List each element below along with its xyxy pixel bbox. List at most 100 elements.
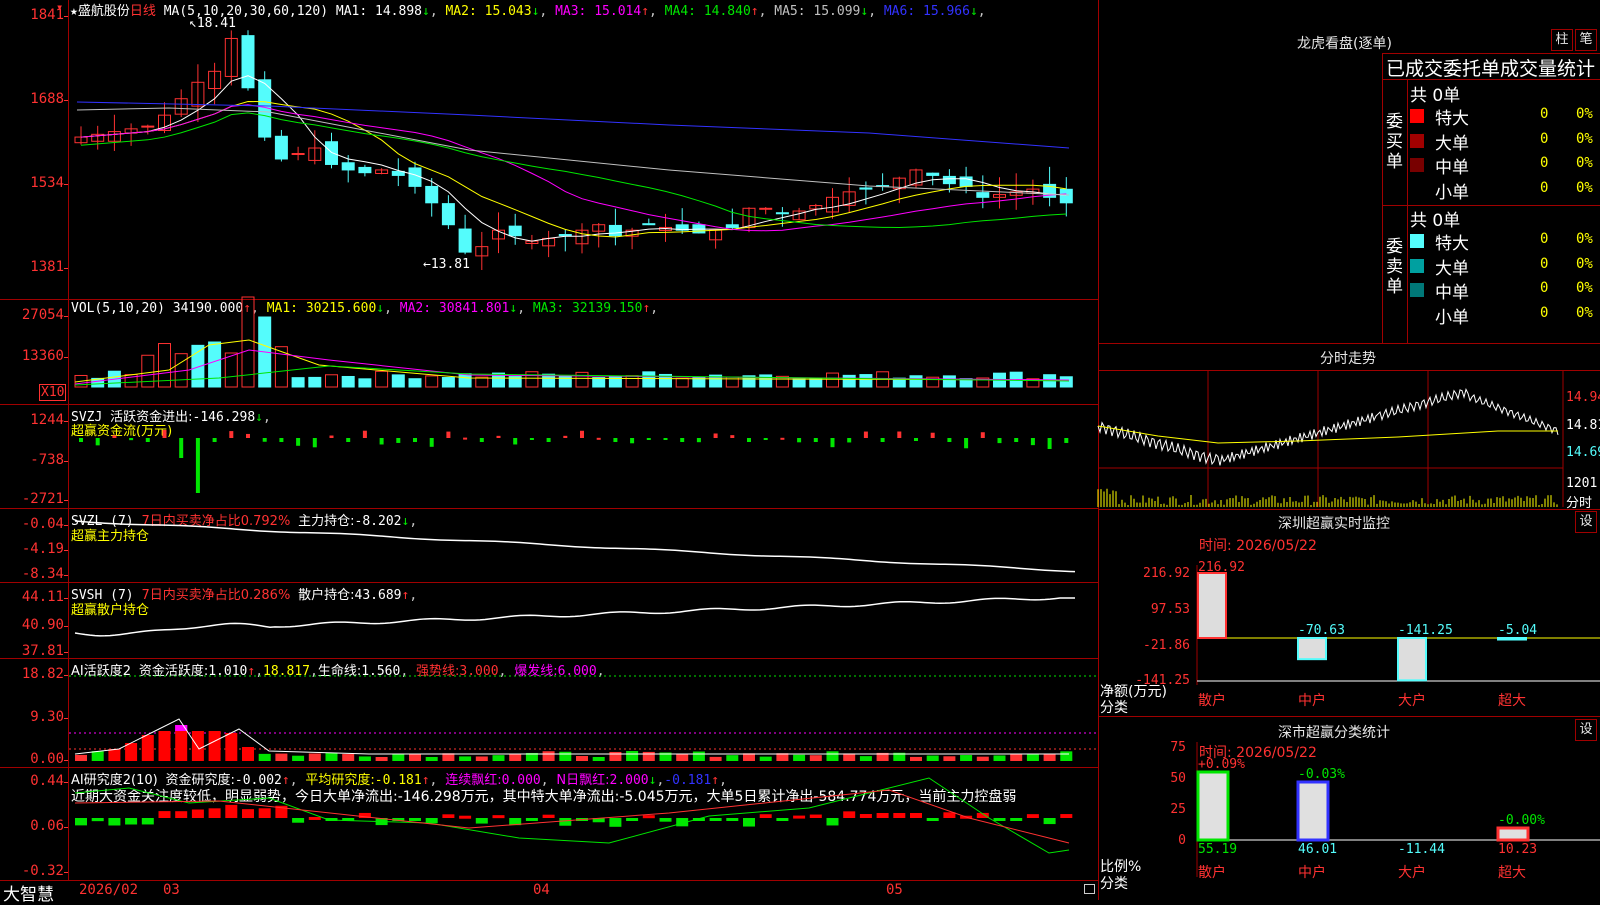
flow-bar <box>863 431 868 438</box>
flow-bar <box>429 438 434 447</box>
candle-body <box>325 141 338 165</box>
date-label: 2026/02 <box>79 882 139 898</box>
sz-class-y-tick: 50 <box>1170 771 1186 786</box>
candle-body <box>976 192 990 198</box>
class-bar-value: 55.19 <box>1198 842 1237 857</box>
tick-mark <box>64 500 68 501</box>
flow-bar <box>797 438 802 443</box>
volume-bar <box>608 375 622 388</box>
class-cat-label: 大户 <box>1398 864 1426 881</box>
active-bar <box>642 751 655 761</box>
research-bar <box>826 818 839 826</box>
flow-bar <box>212 438 217 442</box>
monitor-bar-label: 216.92 <box>1198 560 1245 575</box>
order-row-label: 小单 <box>1435 307 1469 328</box>
volume-bar <box>558 375 572 388</box>
candle-body <box>358 166 372 174</box>
research-bar <box>108 818 121 826</box>
active-bar <box>409 754 421 761</box>
monitor-bar <box>1397 637 1427 682</box>
tick-mark <box>64 872 68 873</box>
svzj-y-tick: -2721 <box>21 491 64 507</box>
candle-body <box>425 185 439 204</box>
active-bar <box>976 756 989 761</box>
research-bar <box>659 818 672 822</box>
flow-bar <box>730 435 735 438</box>
flow-bar <box>964 438 969 449</box>
active-bar <box>258 753 271 761</box>
order-row-pct: 0% <box>1576 106 1593 122</box>
flow-bar <box>630 438 635 444</box>
order-stats-title: 已成交委托单成交量统计 <box>1386 58 1596 80</box>
research-bar <box>208 808 221 818</box>
tick-view-button[interactable]: 笔 <box>1575 29 1597 51</box>
intraday-title: 分时走势 <box>1320 351 1376 367</box>
flow-bar <box>129 438 134 441</box>
tick-mark <box>64 760 68 761</box>
ai-active-chart[interactable] <box>69 659 1098 767</box>
bar-view-button[interactable]: 柱 <box>1551 29 1573 51</box>
volume-bar <box>341 375 355 388</box>
active-bar <box>475 756 488 761</box>
monitor-bar-label: -141.25 <box>1398 623 1453 638</box>
tick-mark <box>64 550 68 551</box>
low-label: ←13.81 <box>423 257 470 272</box>
candle-body <box>341 162 355 171</box>
research-bar <box>943 812 956 818</box>
active-bar <box>1010 754 1023 761</box>
svzj-chart[interactable] <box>69 405 1098 508</box>
active-bar <box>459 756 472 761</box>
svzl-chart[interactable] <box>69 509 1098 582</box>
sz-class-chart[interactable]: 75 50 25 0 +0.09% 55.19 散户 -0.03% 46.01 中户 -11.44 大… <box>1098 717 1600 900</box>
flow-bar <box>246 433 250 438</box>
active-bar <box>191 731 204 761</box>
class-bar-value: -11.44 <box>1398 842 1445 857</box>
volume-bar <box>308 376 322 388</box>
sz-monitor-chart[interactable]: 216.92 97.53 -21.86 -141.25 216.92 散户 -70.63 中户… <box>1098 510 1600 715</box>
intraday-chart[interactable] <box>1097 371 1600 507</box>
svzl-y-tick: -0.04 <box>21 516 64 532</box>
volume-bar <box>842 374 856 388</box>
active-bar <box>208 731 221 761</box>
active-bar <box>1043 753 1056 761</box>
flow-bar <box>696 438 701 443</box>
candle-body <box>608 224 622 237</box>
sz-class-y-tick: 25 <box>1170 802 1186 817</box>
sz-class-y-tick: 75 <box>1170 740 1186 755</box>
tick-mark <box>64 461 68 462</box>
candle-body <box>1059 188 1073 204</box>
lock-icon[interactable] <box>1084 884 1095 894</box>
order-row-count: 0 <box>1540 106 1549 122</box>
flow-bar <box>162 430 167 438</box>
volume-bar <box>809 378 823 388</box>
flow-bar <box>1047 438 1052 449</box>
active-bar <box>509 754 522 761</box>
active-bar <box>342 754 355 761</box>
order-row-label: 大单 <box>1435 133 1469 154</box>
svsh-chart[interactable] <box>69 583 1098 658</box>
research-bar <box>191 809 204 818</box>
tick-mark <box>64 525 68 526</box>
order-row-count: 0 <box>1540 130 1549 147</box>
flow-bar <box>546 438 551 442</box>
volume-chart[interactable] <box>69 296 1098 404</box>
research-bar <box>926 818 939 821</box>
monitor-cat-label: 超大 <box>1498 693 1526 709</box>
brand-logo[interactable]: 大智慧 <box>3 880 54 905</box>
volume-bar <box>942 375 956 388</box>
volume-bar <box>826 372 839 388</box>
research-bar <box>626 818 639 821</box>
tick-mark <box>64 184 68 185</box>
order-row-count: 0 <box>1540 304 1549 321</box>
sz-class-y-tick: 0 <box>1178 833 1186 848</box>
ai-research-chart[interactable] <box>69 768 1098 880</box>
date-label: 03 <box>163 882 180 898</box>
research-bar <box>776 818 789 821</box>
flow-bar <box>1030 438 1035 446</box>
research-bar <box>859 814 872 818</box>
research-bar <box>893 813 906 818</box>
kline-chart[interactable]: ↖18.41 ←13.81 <box>69 0 1098 299</box>
order-color-swatch <box>1410 283 1424 297</box>
active-bar <box>559 751 572 761</box>
order-color-swatch <box>1410 158 1424 172</box>
